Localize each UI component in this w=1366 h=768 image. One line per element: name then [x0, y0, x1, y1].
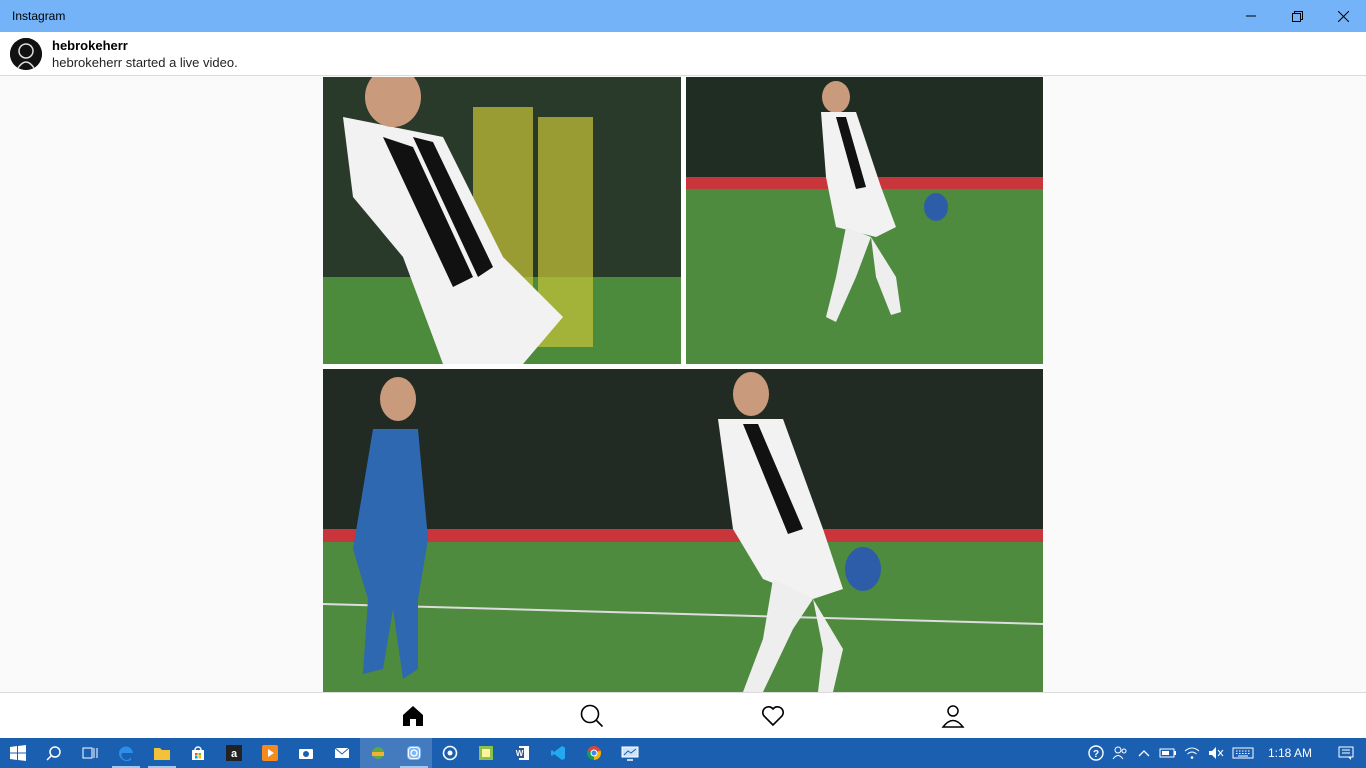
start-button[interactable] [0, 738, 36, 768]
word-icon: W [515, 746, 529, 760]
instagram-icon [407, 746, 421, 760]
heart-icon [762, 706, 784, 727]
vscode-icon [551, 746, 565, 760]
taskbar-word[interactable]: W [504, 738, 540, 768]
system-tray: ? 1:18 AM [1084, 738, 1366, 768]
wifi-icon [1184, 747, 1200, 759]
notification-username[interactable]: hebrokeherr [52, 38, 238, 53]
taskbar-circle-app[interactable] [432, 738, 468, 768]
post-photo-2[interactable] [686, 77, 1043, 364]
amazon-icon: a [226, 745, 242, 761]
nav-search[interactable] [562, 693, 622, 739]
camera-icon [299, 749, 313, 759]
home-icon [403, 706, 423, 726]
store-icon [192, 746, 204, 760]
search-icon [580, 704, 604, 728]
folder-icon [154, 748, 170, 760]
help-tray[interactable]: ? [1084, 738, 1108, 768]
player-closeup-image [323, 77, 681, 364]
monitor-icon [621, 746, 639, 761]
taskbar-explorer[interactable] [144, 738, 180, 768]
taskbar-notes[interactable] [468, 738, 504, 768]
clock[interactable]: 1:18 AM [1258, 746, 1326, 760]
volume-muted-icon [1208, 747, 1224, 759]
taskbar-app[interactable] [360, 738, 396, 768]
task-view-icon [82, 747, 98, 759]
live-notification[interactable]: hebrokeherr hebrokeherr started a live v… [0, 32, 1366, 76]
taskbar-camera[interactable] [288, 738, 324, 768]
taskbar-amazon[interactable]: a [216, 738, 252, 768]
notes-icon [479, 746, 493, 760]
svg-text:a: a [231, 748, 238, 760]
taskbar-store[interactable] [180, 738, 216, 768]
taskbar: a W ? 1:18 AM [0, 738, 1366, 768]
help-icon: ? [1088, 745, 1104, 761]
taskbar-mail[interactable] [324, 738, 360, 768]
search-icon [46, 746, 61, 761]
taskbar-monitor[interactable] [612, 738, 648, 768]
taskbar-instagram[interactable] [396, 738, 432, 768]
taskbar-edge[interactable] [108, 738, 144, 768]
post-photo-1[interactable] [323, 77, 681, 364]
feed[interactable] [0, 77, 1366, 692]
bottom-nav [0, 692, 1366, 738]
taskbar-chrome[interactable] [576, 738, 612, 768]
nav-activity[interactable] [743, 693, 803, 739]
edge-icon [118, 746, 133, 762]
avatar[interactable] [10, 37, 42, 70]
action-center[interactable] [1326, 738, 1366, 768]
battery-icon [1159, 748, 1176, 758]
battery-tray[interactable] [1156, 738, 1180, 768]
svg-text:?: ? [1093, 749, 1099, 760]
post-collage[interactable] [323, 77, 1043, 692]
keyboard-icon [1232, 747, 1254, 759]
windows-icon [10, 745, 26, 761]
close-icon [1337, 10, 1349, 22]
taskbar-vscode[interactable] [540, 738, 576, 768]
mail-icon [334, 747, 350, 758]
minimize-button[interactable] [1228, 0, 1274, 32]
keyboard-tray[interactable] [1228, 738, 1258, 768]
media-player-icon [262, 745, 278, 761]
circle-app-icon [442, 745, 458, 761]
minimize-icon [1246, 15, 1256, 17]
people-tray[interactable] [1108, 738, 1132, 768]
user-icon [941, 705, 965, 728]
post-photo-3[interactable] [323, 369, 1043, 692]
notification-icon [1338, 746, 1354, 760]
app-icon [372, 747, 384, 759]
restore-icon [1291, 10, 1303, 22]
restore-button[interactable] [1274, 0, 1320, 32]
nav-home[interactable] [383, 693, 443, 739]
task-view[interactable] [72, 738, 108, 768]
taskbar-search[interactable] [36, 738, 72, 768]
nav-profile[interactable] [923, 693, 983, 739]
player-celebration-image [686, 77, 1043, 364]
show-hidden-icons[interactable] [1132, 738, 1156, 768]
taskbar-media[interactable] [252, 738, 288, 768]
people-icon [1112, 746, 1127, 760]
chevron-up-icon [1138, 750, 1150, 757]
svg-text:W: W [516, 749, 524, 758]
window-title: Instagram [12, 9, 66, 23]
notification-message: hebrokeherr started a live video. [52, 54, 238, 70]
avatar-image [10, 37, 42, 70]
wifi-tray[interactable] [1180, 738, 1204, 768]
chrome-icon [587, 746, 601, 760]
close-button[interactable] [1320, 0, 1366, 32]
wide-celebration-image [323, 369, 1043, 692]
volume-tray[interactable] [1204, 738, 1228, 768]
window-titlebar: Instagram [0, 0, 1366, 32]
